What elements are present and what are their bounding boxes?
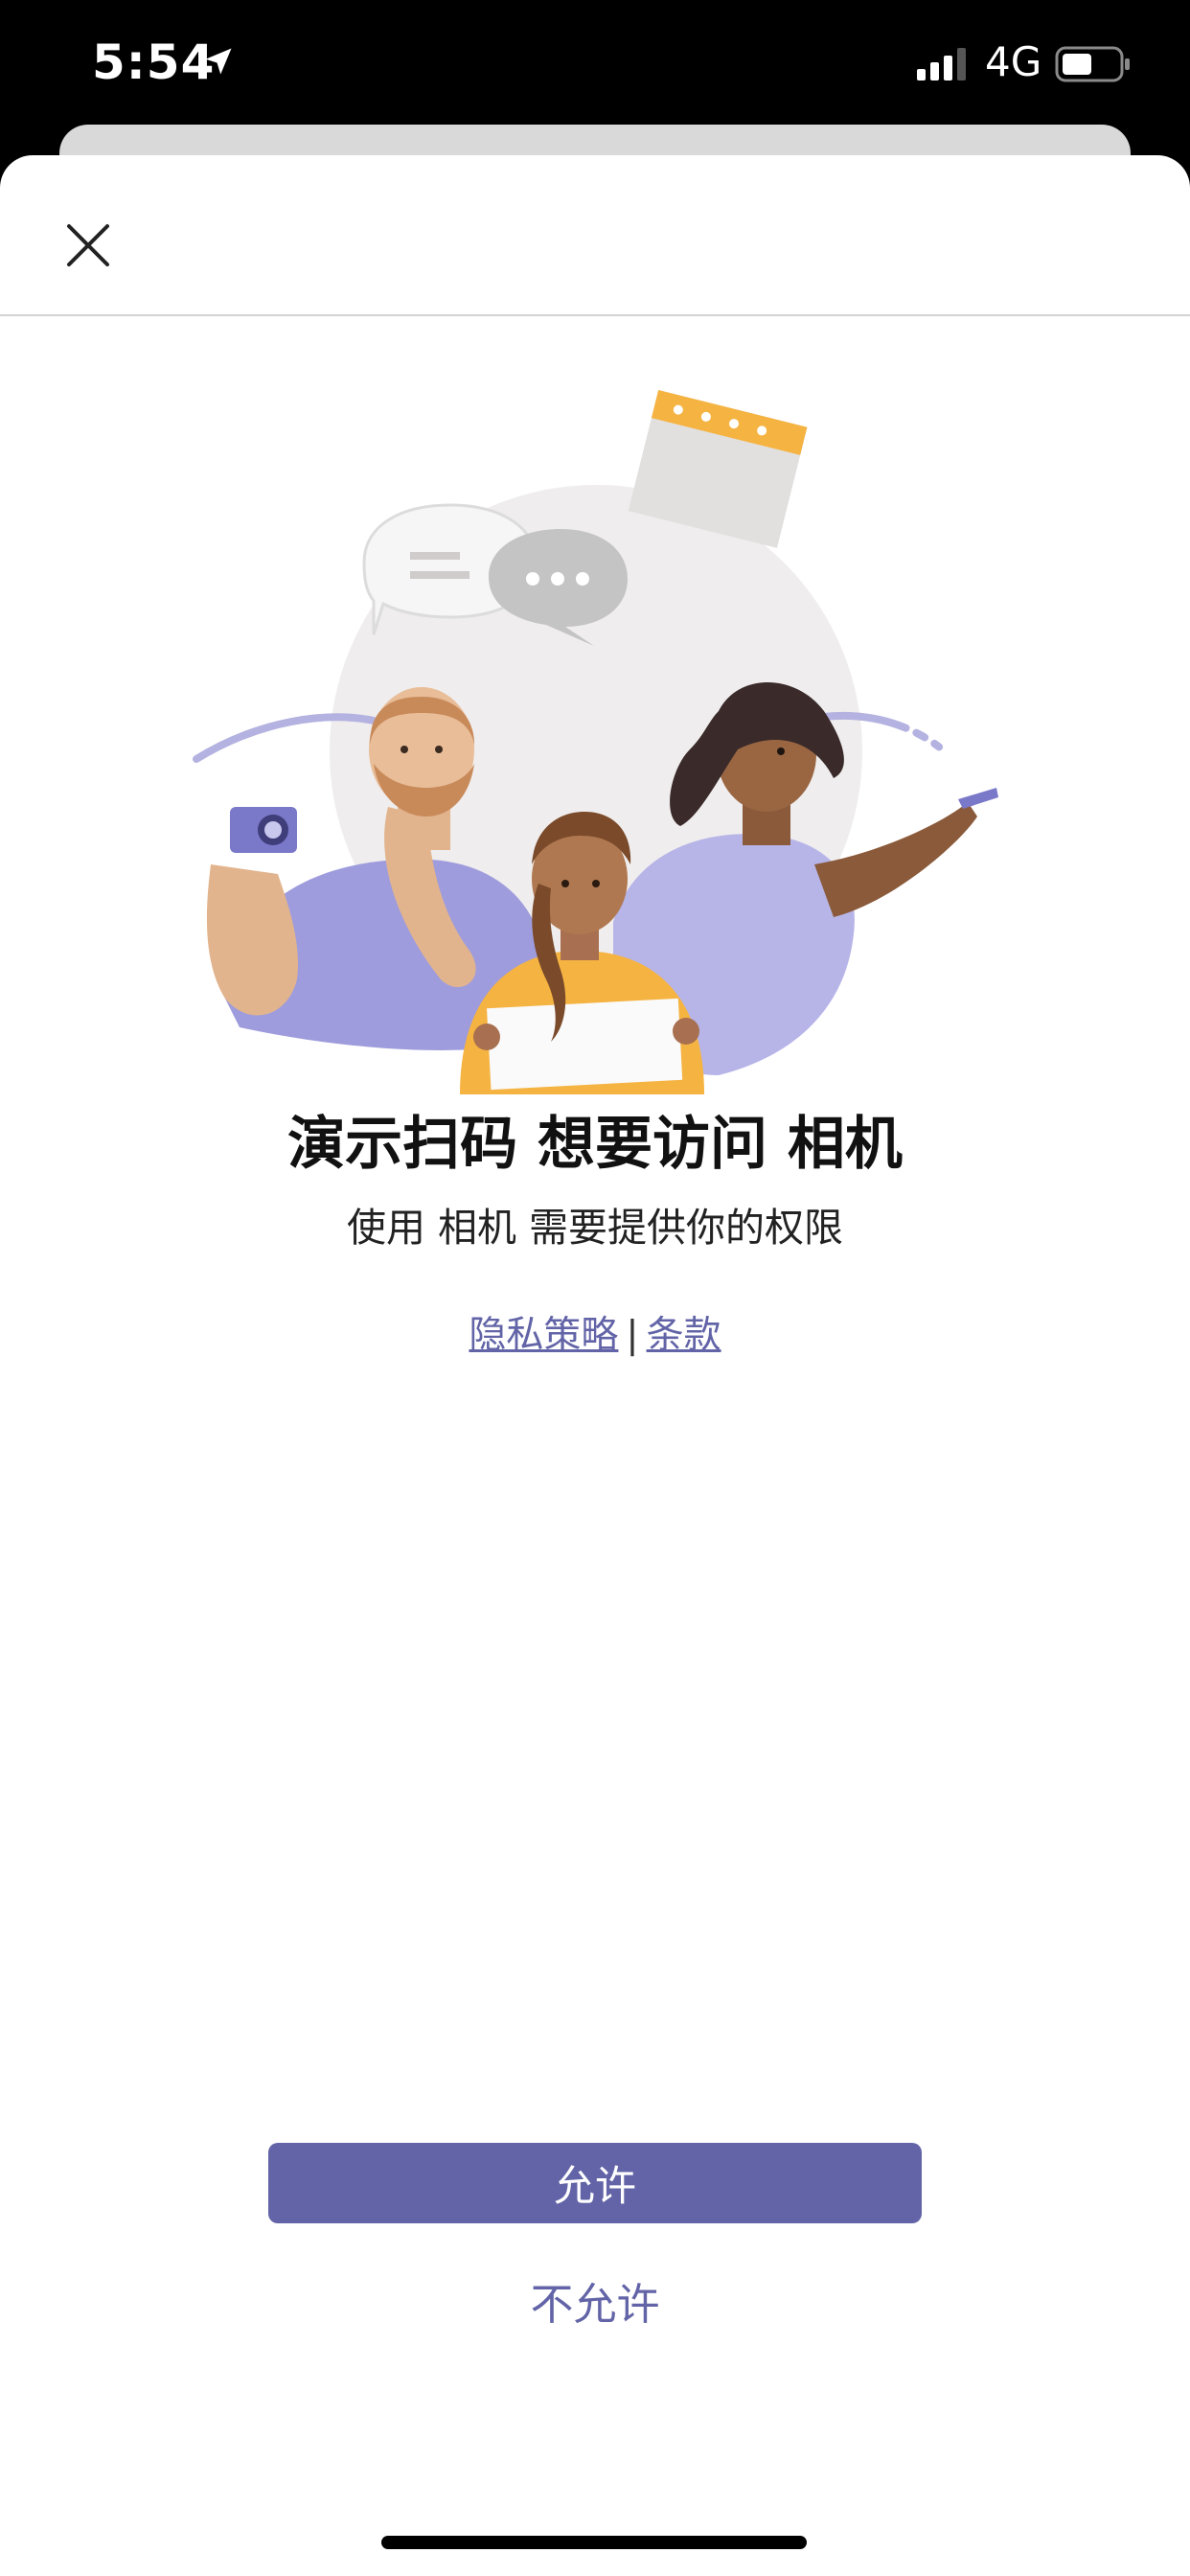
privacy-policy-link[interactable]: 隐私策略	[469, 1314, 618, 1357]
deny-button[interactable]: 不允许	[383, 2260, 807, 2340]
status-time: 5:54	[92, 34, 216, 90]
location-arrow-icon	[201, 44, 236, 82]
allow-button[interactable]: 允许	[268, 2143, 922, 2223]
network-type: 4G	[985, 38, 1042, 85]
home-indicator	[381, 2536, 807, 2549]
header-divider	[0, 314, 1190, 316]
battery-icon	[1055, 46, 1132, 86]
permission-title: 演示扫码 想要访问 相机	[287, 1111, 903, 1178]
legal-links: 隐私策略 | 条款	[0, 1305, 1190, 1359]
signal-bars-icon	[917, 48, 971, 84]
permission-subtitle: 使用 相机 需要提供你的权限	[346, 1205, 844, 1251]
status-bar: 5:54 4G	[0, 0, 1190, 134]
close-button[interactable]	[50, 207, 126, 284]
permission-sheet: 演示扫码 想要访问 相机 使用 相机 需要提供你的权限 隐私策略 | 条款 允许 不…	[0, 155, 1190, 2576]
terms-link[interactable]: 条款	[647, 1314, 721, 1357]
close-icon	[67, 224, 109, 266]
link-separator: |	[626, 1314, 639, 1357]
people-illustration	[193, 390, 998, 1094]
